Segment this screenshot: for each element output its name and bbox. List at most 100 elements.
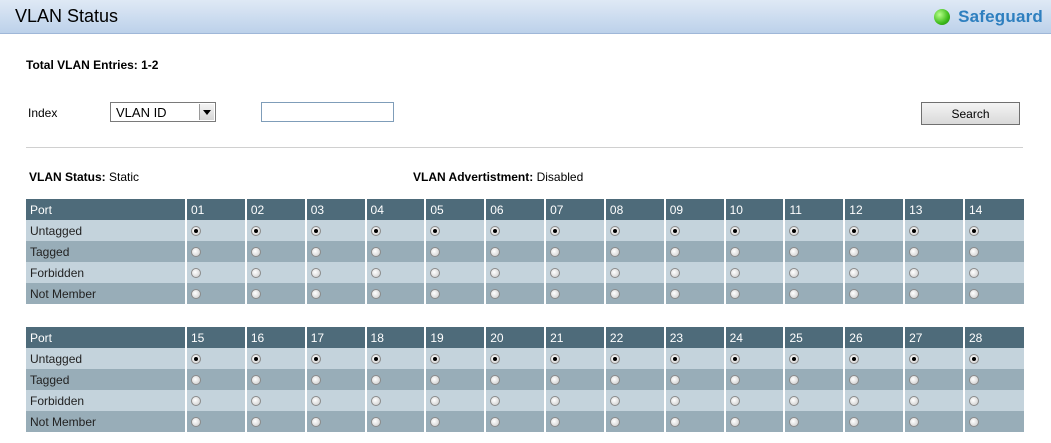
membership-radio[interactable] [729,288,740,299]
membership-radio[interactable] [789,374,800,385]
membership-radio[interactable] [729,246,740,257]
membership-radio[interactable] [310,374,321,385]
membership-radio[interactable] [789,267,800,278]
membership-radio[interactable] [250,225,261,236]
membership-radio[interactable] [191,353,201,364]
membership-radio[interactable] [550,395,561,406]
membership-radio[interactable] [250,416,261,427]
membership-radio[interactable] [609,225,620,236]
membership-radio[interactable] [430,225,441,236]
membership-radio[interactable] [789,246,800,257]
membership-radio[interactable] [968,267,979,278]
membership-radio[interactable] [849,374,860,385]
membership-radio[interactable] [849,288,860,299]
membership-radio[interactable] [430,288,441,299]
membership-radio[interactable] [490,374,501,385]
membership-radio[interactable] [310,416,321,427]
membership-radio[interactable] [370,267,381,278]
membership-radio[interactable] [669,225,680,236]
membership-radio[interactable] [609,267,620,278]
membership-radio[interactable] [669,288,680,299]
membership-radio[interactable] [849,353,860,364]
membership-radio[interactable] [909,395,920,406]
membership-radio[interactable] [909,416,920,427]
membership-radio[interactable] [430,267,441,278]
membership-radio[interactable] [909,267,920,278]
membership-radio[interactable] [490,395,501,406]
membership-radio[interactable] [789,395,800,406]
membership-radio[interactable] [430,353,441,364]
membership-radio[interactable] [968,395,979,406]
membership-radio[interactable] [191,267,201,278]
membership-radio[interactable] [370,374,381,385]
membership-radio[interactable] [789,288,800,299]
membership-radio[interactable] [250,374,261,385]
membership-radio[interactable] [609,395,620,406]
membership-radio[interactable] [370,416,381,427]
membership-radio[interactable] [490,267,501,278]
membership-radio[interactable] [669,267,680,278]
membership-radio[interactable] [609,288,620,299]
membership-radio[interactable] [430,246,441,257]
membership-radio[interactable] [191,416,201,427]
membership-radio[interactable] [849,267,860,278]
membership-radio[interactable] [609,246,620,257]
membership-radio[interactable] [729,353,740,364]
membership-radio[interactable] [909,288,920,299]
membership-radio[interactable] [490,353,501,364]
membership-radio[interactable] [729,395,740,406]
membership-radio[interactable] [968,288,979,299]
membership-radio[interactable] [310,288,321,299]
membership-radio[interactable] [669,246,680,257]
membership-radio[interactable] [789,353,800,364]
membership-radio[interactable] [430,395,441,406]
chevron-down-icon[interactable] [199,104,214,120]
membership-radio[interactable] [849,246,860,257]
membership-radio[interactable] [310,246,321,257]
membership-radio[interactable] [310,267,321,278]
membership-radio[interactable] [370,353,381,364]
membership-radio[interactable] [250,267,261,278]
membership-radio[interactable] [609,353,620,364]
membership-radio[interactable] [490,246,501,257]
membership-radio[interactable] [968,416,979,427]
search-button[interactable]: Search [921,102,1020,125]
membership-radio[interactable] [310,353,321,364]
membership-radio[interactable] [250,395,261,406]
membership-radio[interactable] [729,225,740,236]
membership-radio[interactable] [609,374,620,385]
membership-radio[interactable] [669,353,680,364]
index-select[interactable]: VLAN ID [110,102,216,122]
membership-radio[interactable] [490,225,501,236]
membership-radio[interactable] [968,374,979,385]
membership-radio[interactable] [310,225,321,236]
membership-radio[interactable] [849,395,860,406]
membership-radio[interactable] [430,416,441,427]
membership-radio[interactable] [968,225,979,236]
membership-radio[interactable] [370,288,381,299]
membership-radio[interactable] [550,225,561,236]
membership-radio[interactable] [370,225,381,236]
membership-radio[interactable] [609,416,620,427]
membership-radio[interactable] [550,353,561,364]
search-input[interactable] [261,102,394,122]
membership-radio[interactable] [250,288,261,299]
membership-radio[interactable] [909,246,920,257]
membership-radio[interactable] [789,225,800,236]
membership-radio[interactable] [191,288,201,299]
membership-radio[interactable] [669,374,680,385]
membership-radio[interactable] [310,395,321,406]
membership-radio[interactable] [550,288,561,299]
membership-radio[interactable] [550,246,561,257]
membership-radio[interactable] [490,288,501,299]
membership-radio[interactable] [490,416,501,427]
membership-radio[interactable] [370,246,381,257]
membership-radio[interactable] [729,267,740,278]
membership-radio[interactable] [250,353,261,364]
membership-radio[interactable] [789,416,800,427]
membership-radio[interactable] [968,353,979,364]
membership-radio[interactable] [191,225,201,236]
membership-radio[interactable] [968,246,979,257]
membership-radio[interactable] [550,416,561,427]
membership-radio[interactable] [729,374,740,385]
